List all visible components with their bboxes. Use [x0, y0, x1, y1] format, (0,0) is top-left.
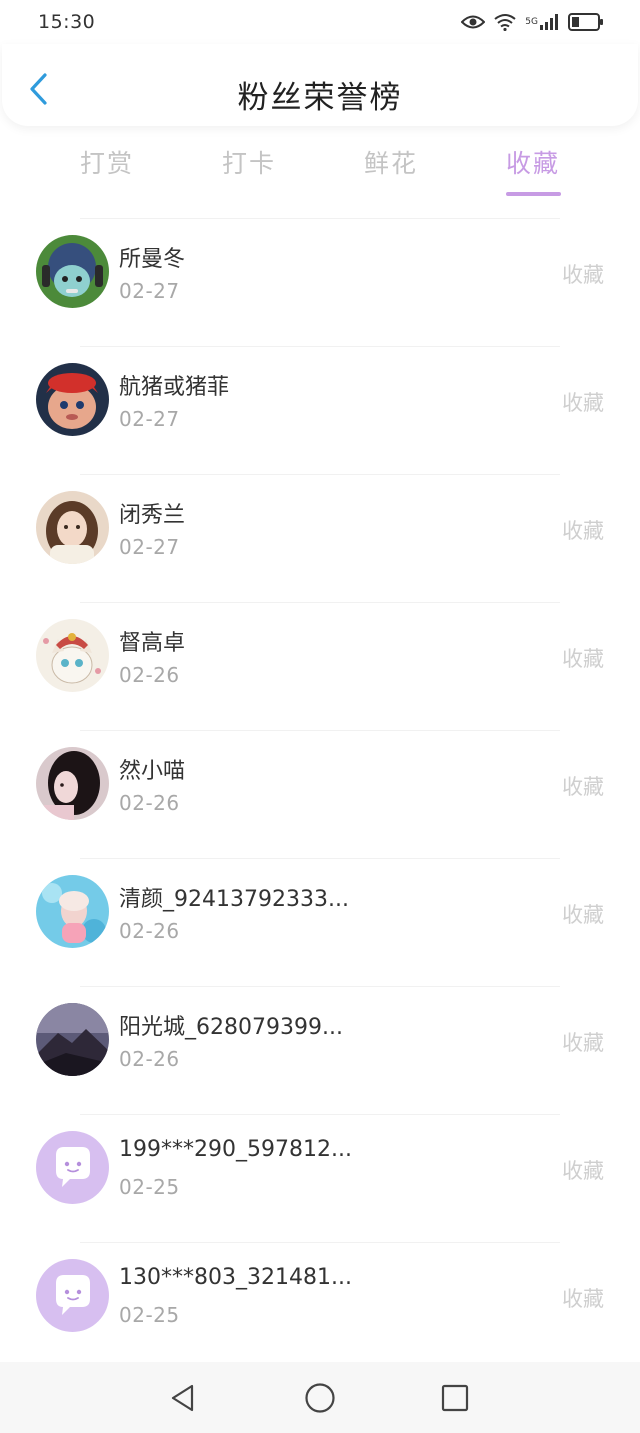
- tab-reward[interactable]: 打赏: [72, 144, 142, 180]
- list-item[interactable]: 所曼冬 02-27 收藏: [36, 218, 604, 346]
- row-action-label: 收藏: [562, 1159, 604, 1183]
- fan-date: 02-27: [119, 279, 180, 303]
- fan-list: 所曼冬 02-27 收藏 航猪或猪菲 02-27 收藏 闭秀兰 02-27 收藏…: [0, 218, 640, 1370]
- fan-date: 02-26: [119, 1047, 180, 1071]
- row-action-label: 收藏: [562, 263, 604, 287]
- fan-date: 02-27: [119, 535, 180, 559]
- fan-name: 130***803_321481...: [119, 1265, 352, 1290]
- fan-date: 02-26: [119, 919, 180, 943]
- nav-back-button[interactable]: [159, 1374, 207, 1422]
- fan-name: 阳光城_628079399...: [119, 1015, 343, 1040]
- header-bar: 粉丝荣誉榜: [2, 44, 638, 126]
- eye-icon: [461, 15, 486, 29]
- row-action-label: 收藏: [562, 391, 604, 415]
- list-item[interactable]: 清颜_92413792333... 02-26 收藏: [36, 858, 604, 986]
- list-item[interactable]: 199***290_597812... 02-25 收藏: [36, 1114, 604, 1242]
- photo-girl-avatar[interactable]: [36, 491, 109, 564]
- default-chat-avatar[interactable]: [36, 1259, 109, 1332]
- fan-name: 清颜_92413792333...: [119, 887, 349, 912]
- fan-name: 航猪或猪菲: [119, 375, 230, 400]
- signal-icon: [540, 14, 558, 30]
- nav-recents-button[interactable]: [431, 1374, 479, 1422]
- list-item[interactable]: 然小喵 02-26 收藏: [36, 730, 604, 858]
- cartoon-red-cap-avatar[interactable]: [36, 363, 109, 436]
- cat-illustration-avatar[interactable]: [36, 619, 109, 692]
- row-action-label: 收藏: [562, 519, 604, 543]
- fan-name: 闭秀兰: [119, 503, 186, 528]
- fan-date: 02-25: [119, 1303, 180, 1327]
- fan-name: 督高卓: [119, 631, 186, 656]
- fan-name: 然小喵: [119, 759, 186, 784]
- fan-name: 所曼冬: [119, 247, 186, 272]
- nav-home-button[interactable]: [296, 1374, 344, 1422]
- tab-favorites[interactable]: 收藏: [498, 144, 568, 180]
- triangle-back-icon: [171, 1384, 194, 1412]
- tab-bar: 打赏 打卡 鲜花 收藏: [0, 140, 640, 200]
- status-bar: 15:30 5G: [0, 0, 640, 44]
- row-action-label: 收藏: [562, 903, 604, 927]
- row-action-label: 收藏: [562, 775, 604, 799]
- fan-name: 199***290_597812...: [119, 1137, 352, 1162]
- active-tab-indicator: [506, 192, 561, 196]
- list-item[interactable]: 航猪或猪菲 02-27 收藏: [36, 346, 604, 474]
- square-recents-icon: [441, 1384, 469, 1412]
- status-icons: 5G: [461, 13, 604, 31]
- tab-flowers[interactable]: 鲜花: [356, 144, 426, 180]
- row-action-label: 收藏: [562, 1031, 604, 1055]
- fan-date: 02-26: [119, 791, 180, 815]
- list-item[interactable]: 130***803_321481... 02-25 收藏: [36, 1242, 604, 1370]
- list-item[interactable]: 阳光城_628079399... 02-26 收藏: [36, 986, 604, 1114]
- fan-date: 02-26: [119, 663, 180, 687]
- wifi-icon: [494, 14, 516, 31]
- list-item[interactable]: 督高卓 02-26 收藏: [36, 602, 604, 730]
- row-action-label: 收藏: [562, 1287, 604, 1311]
- circle-home-icon: [305, 1383, 335, 1413]
- pool-photo-avatar[interactable]: [36, 875, 109, 948]
- network-label: 5G: [525, 17, 538, 27]
- list-item[interactable]: 闭秀兰 02-27 收藏: [36, 474, 604, 602]
- page-title: 粉丝荣誉榜: [237, 80, 403, 116]
- mountain-photo-avatar[interactable]: [36, 1003, 109, 1076]
- tab-checkin[interactable]: 打卡: [214, 144, 284, 180]
- default-chat-avatar[interactable]: [36, 1131, 109, 1204]
- fan-date: 02-25: [119, 1175, 180, 1199]
- row-action-label: 收藏: [562, 647, 604, 671]
- status-time: 15:30: [38, 11, 96, 33]
- system-nav-bar: [0, 1362, 640, 1433]
- cartoon-green-avatar[interactable]: [36, 235, 109, 308]
- fan-date: 02-27: [119, 407, 180, 431]
- battery-icon: [568, 13, 603, 31]
- photo-dark-hair-avatar[interactable]: [36, 747, 109, 820]
